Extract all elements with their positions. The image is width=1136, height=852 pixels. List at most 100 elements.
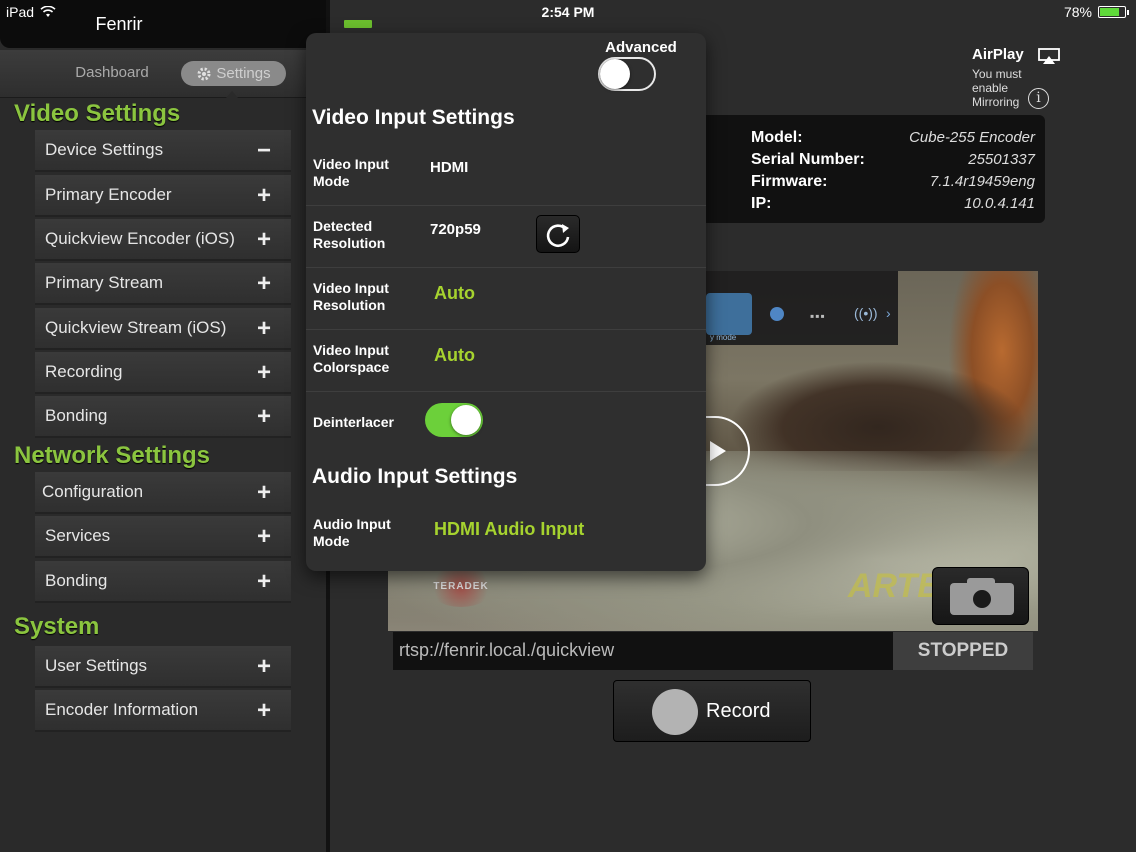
row-value: Auto (434, 283, 475, 303)
menu-item-label: Quickview Stream (iOS) (45, 318, 227, 337)
model-label: Model: (751, 129, 803, 146)
menu-item-quickview-stream[interactable]: Quickview Stream (iOS) + (35, 308, 291, 350)
expand-icon: + (256, 653, 271, 680)
menu-item-bonding-network[interactable]: Bonding + (35, 561, 291, 603)
status-bar: iPad 2:54 PM 78% (0, 0, 1136, 22)
menu-item-label: User Settings (45, 656, 148, 675)
row-label-line: Audio Input (313, 516, 391, 532)
row-value: HDMI Audio Input (434, 519, 585, 539)
expand-icon: + (256, 270, 271, 297)
row-video-input-colorspace[interactable]: Video Input Colorspace Auto (306, 330, 706, 392)
row-label-line: Colorspace (313, 359, 390, 375)
row-label: Video Input Mode (313, 156, 389, 190)
gear-icon (197, 67, 211, 80)
ip-value: 10.0.4.141 (964, 195, 1035, 212)
device-settings-popover: Advanced Video Input Settings Video Inpu… (306, 33, 706, 571)
stream-url-field[interactable]: rtsp://fenrir.local./quickview (393, 632, 893, 670)
app-root: iPad 2:54 PM 78% Fenrir Dashboard Settin… (0, 0, 1136, 852)
menu-item-services[interactable]: Services + (35, 516, 291, 558)
overlay-signal-icon: ((•)) (854, 305, 878, 321)
menu-item-label: Device Settings (45, 140, 164, 159)
row-deinterlacer: Deinterlacer (306, 392, 706, 454)
snapshot-button[interactable] (932, 567, 1029, 625)
menu-item-user-settings[interactable]: User Settings + (35, 646, 291, 688)
selection-pointer (226, 91, 238, 98)
advanced-label: Advanced (605, 39, 677, 56)
menu-item-label: Primary Stream (45, 273, 164, 292)
expand-icon: + (256, 182, 271, 209)
row-value: 720p59 (430, 221, 481, 238)
serial-value: 25501337 (968, 151, 1035, 168)
menu-item-configuration[interactable]: Configuration + (35, 472, 291, 514)
row-video-input-mode[interactable]: Video Input Mode HDMI (306, 144, 706, 206)
battery-fill (1100, 8, 1119, 16)
row-label: Video Input Resolution (313, 280, 389, 314)
serial-label: Serial Number: (751, 151, 865, 168)
section-video-settings: Video Settings (14, 100, 181, 127)
menu-item-device-settings[interactable]: Device Settings − (35, 130, 291, 172)
video-input-heading: Video Input Settings (312, 106, 515, 129)
tab-settings[interactable]: Settings (181, 61, 286, 86)
menu-item-primary-stream[interactable]: Primary Stream + (35, 263, 291, 305)
toggle-knob (600, 59, 630, 89)
record-icon (652, 689, 698, 735)
battery-percent: 78% (1063, 4, 1092, 20)
firmware-value: 7.1.4r19459eng (929, 173, 1035, 190)
section-system: System (14, 613, 100, 640)
segmented-control: Dashboard Settings (0, 50, 326, 98)
menu-item-recording[interactable]: Recording + (35, 352, 291, 394)
video-watermark: ARTB (848, 567, 942, 605)
row-label-line: Video Input (313, 342, 389, 358)
row-label-line: Resolution (313, 297, 386, 313)
menu-item-label: Configuration (42, 482, 144, 501)
audio-input-heading: Audio Input Settings (312, 465, 518, 488)
airplay-icon (1038, 48, 1060, 64)
ip-label: IP: (751, 195, 772, 212)
menu-item-label: Primary Encoder (45, 185, 172, 204)
overlay-caption: y mode (710, 333, 737, 342)
advanced-toggle[interactable] (598, 57, 656, 91)
record-button[interactable]: Record (613, 680, 811, 742)
refresh-button[interactable] (536, 215, 580, 253)
airplay-note-line: enable (972, 81, 1009, 95)
camera-lens (970, 587, 994, 611)
expand-icon: + (256, 523, 271, 550)
row-label-line: Resolution (313, 235, 386, 251)
menu-item-encoder-information[interactable]: Encoder Information + (35, 690, 291, 732)
row-label-line: Mode (313, 173, 350, 189)
deinterlacer-label: Deinterlacer (313, 414, 394, 430)
row-value: HDMI (430, 159, 469, 176)
menu-item-label: Services (45, 526, 111, 545)
toggle-knob (451, 405, 481, 435)
row-label: Audio Input Mode (313, 516, 391, 550)
model-value: Cube-255 Encoder (909, 129, 1035, 146)
sidebar: Fenrir Dashboard Settings Video Settings… (0, 0, 326, 852)
expand-icon: + (256, 315, 271, 342)
expand-icon: + (256, 359, 271, 386)
menu-item-primary-encoder[interactable]: Primary Encoder + (35, 175, 291, 217)
teradek-logo: TERADEK (428, 567, 494, 607)
row-label-line: Video Input (313, 156, 389, 172)
deinterlacer-toggle[interactable] (425, 403, 483, 437)
menu-item-label: Bonding (45, 571, 108, 590)
video-overlay-toolbar: y mode ▪▪▪ ((•)) › (704, 271, 898, 345)
airplay-panel[interactable]: AirPlay You must enable Mirroring (972, 46, 1072, 109)
info-icon[interactable]: i (1028, 88, 1049, 109)
row-audio-input-mode[interactable]: Audio Input Mode HDMI Audio Input (306, 504, 706, 566)
refresh-icon (546, 224, 570, 247)
menu-item-label: Encoder Information (45, 700, 199, 719)
airplay-note: You must enable Mirroring (972, 67, 1072, 109)
status-right: 78% (1063, 4, 1129, 20)
tab-dashboard[interactable]: Dashboard (56, 64, 168, 81)
stream-status: STOPPED (893, 632, 1033, 670)
tab-settings-label: Settings (216, 65, 271, 82)
row-label: Video Input Colorspace (313, 342, 389, 376)
menu-item-bonding-video[interactable]: Bonding + (35, 396, 291, 438)
row-detected-resolution: Detected Resolution 720p59 (306, 206, 706, 268)
row-video-input-resolution[interactable]: Video Input Resolution Auto (306, 268, 706, 330)
row-label-line: Mode (313, 533, 350, 549)
menu-item-quickview-encoder[interactable]: Quickview Encoder (iOS) + (35, 219, 291, 261)
overlay-grid-icon: ▪▪▪ (810, 309, 826, 323)
menu-item-label: Bonding (45, 406, 108, 425)
battery-icon (1098, 6, 1129, 18)
